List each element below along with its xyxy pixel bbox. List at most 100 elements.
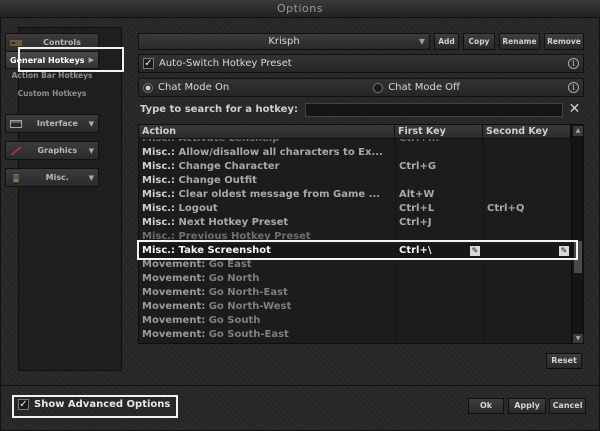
- scrollbar[interactable]: ▲ ▼: [571, 125, 583, 343]
- first-key-cell[interactable]: [395, 146, 483, 160]
- chevron-down-icon: ▼: [88, 173, 94, 182]
- second-key-cell[interactable]: [483, 230, 571, 244]
- action-cell: Movement: Go South-West: [139, 342, 395, 343]
- auto-switch-checkbox[interactable]: ✓: [143, 58, 154, 69]
- table-row[interactable]: Misc.: Change Outfit: [139, 174, 571, 188]
- cancel-button[interactable]: Cancel: [549, 398, 586, 414]
- first-key-cell[interactable]: [395, 230, 483, 244]
- hotkey-table: Action First Key Second Key Misc.: Activ…: [138, 124, 584, 344]
- first-key-cell[interactable]: [395, 174, 483, 188]
- second-key-cell[interactable]: [483, 314, 571, 328]
- sidebar-item-graphics[interactable]: Graphics ▼: [5, 141, 99, 160]
- table-row[interactable]: Movement: Go North-East: [139, 286, 571, 300]
- table-row[interactable]: Misc.: Next Hotkey Preset Ctrl+J: [139, 216, 571, 230]
- show-advanced-checkbox[interactable]: ✓: [18, 399, 29, 410]
- apply-button[interactable]: Apply: [508, 398, 546, 414]
- sidebar-item-interface[interactable]: Interface ▼: [5, 114, 99, 133]
- column-header-first-key[interactable]: First Key: [395, 125, 483, 139]
- second-key-cell[interactable]: [483, 328, 571, 342]
- table-row[interactable]: Movement: Go South-West: [139, 342, 571, 343]
- table-row[interactable]: Misc.: Change Character Ctrl+G: [139, 160, 571, 174]
- scroll-down-icon[interactable]: ▼: [573, 334, 583, 343]
- first-key-cell[interactable]: [395, 258, 483, 272]
- first-key-cell[interactable]: [395, 328, 483, 342]
- chat-mode-off-radio[interactable]: [373, 82, 384, 93]
- second-key-cell[interactable]: [483, 139, 571, 146]
- chat-mode-off-label: Chat Mode Off: [388, 82, 460, 93]
- hotkey-search-input[interactable]: [305, 103, 563, 117]
- ok-button[interactable]: Ok: [468, 398, 504, 414]
- second-key-cell[interactable]: [483, 342, 571, 343]
- table-row[interactable]: Movement: Go South: [139, 314, 571, 328]
- second-key-cell[interactable]: [483, 216, 571, 230]
- action-category: Movement:: [142, 259, 206, 270]
- action-cell: Misc.: Change Character: [139, 160, 395, 174]
- first-key-cell[interactable]: [395, 314, 483, 328]
- chat-mode-on-radio[interactable]: [143, 82, 153, 93]
- table-row[interactable]: Movement: Go South-East: [139, 328, 571, 342]
- preset-dropdown[interactable]: Krisph: [138, 33, 430, 50]
- remove-preset-button[interactable]: Remove: [544, 33, 584, 50]
- action-category: Misc.:: [142, 203, 176, 214]
- close-icon[interactable]: ✕: [566, 101, 583, 118]
- table-row[interactable]: Misc.: Activate LenshelpCtrl+...: [139, 139, 571, 146]
- sidebar-item-controls[interactable]: Controls: [5, 33, 99, 52]
- table-row[interactable]: Movement: Go North-West: [139, 300, 571, 314]
- rename-preset-button[interactable]: Rename: [499, 33, 540, 50]
- first-key-cell[interactable]: Ctrl+L: [395, 202, 483, 216]
- chevron-down-icon: ▼: [88, 146, 94, 155]
- first-key-cell[interactable]: Ctrl+...: [395, 139, 483, 146]
- sidebar-item-label: Graphics: [37, 146, 78, 155]
- first-key-cell[interactable]: [395, 300, 483, 314]
- table-row[interactable]: Misc.: Allow/disallow all characters to …: [139, 146, 571, 160]
- second-key-cell[interactable]: Ctrl+Q: [483, 202, 571, 216]
- sidebar-item-custom-hotkeys[interactable]: Custom Hotkeys: [5, 87, 99, 101]
- first-key-cell[interactable]: Alt+W: [395, 188, 483, 202]
- table-row[interactable]: Misc.: Previous Hotkey Preset: [139, 230, 571, 244]
- table-row[interactable]: Movement: Go East: [139, 258, 571, 272]
- second-key-cell[interactable]: [483, 188, 571, 202]
- table-row[interactable]: Movement: Go North: [139, 272, 571, 286]
- action-name: Clear oldest message from Game ...: [178, 189, 381, 200]
- scroll-up-icon[interactable]: ▲: [573, 126, 583, 136]
- table-row[interactable]: Misc.: Clear oldest message from Game ..…: [139, 188, 571, 202]
- action-category: Movement:: [142, 329, 206, 340]
- second-key-cell[interactable]: [483, 174, 571, 188]
- second-key-cell[interactable]: [483, 146, 571, 160]
- auto-switch-row: ✓ Auto-Switch Hotkey Preset i: [138, 54, 584, 73]
- table-row[interactable]: Misc.: Take Screenshot Ctrl+\ ✎ ✎: [139, 244, 571, 258]
- edit-pencil-icon[interactable]: ✎: [559, 246, 569, 256]
- sidebar-item-action-bar-hotkeys[interactable]: Action Bar Hotkeys: [5, 69, 99, 83]
- table-row[interactable]: Misc.: Logout Ctrl+L Ctrl+Q: [139, 202, 571, 216]
- second-key-cell[interactable]: [483, 160, 571, 174]
- column-header-second-key[interactable]: Second Key: [483, 125, 571, 139]
- misc-icon: [10, 172, 22, 183]
- reset-button[interactable]: Reset: [546, 353, 582, 369]
- sidebar-item-misc[interactable]: Misc. ▼: [5, 168, 99, 187]
- second-key-cell[interactable]: [483, 272, 571, 286]
- copy-preset-button[interactable]: Copy: [463, 33, 495, 50]
- first-key-cell[interactable]: [395, 342, 483, 343]
- sidebar-item-general-hotkeys[interactable]: General Hotkeys ▶: [5, 51, 99, 69]
- chevron-down-icon[interactable]: ▼: [414, 33, 430, 50]
- show-advanced-options[interactable]: ✓ Show Advanced Options: [18, 399, 170, 410]
- second-key-cell[interactable]: [483, 244, 571, 258]
- action-name: Go South-East: [208, 329, 289, 340]
- second-key-cell[interactable]: [483, 300, 571, 314]
- first-key-cell[interactable]: Ctrl+J: [395, 216, 483, 230]
- scroll-thumb[interactable]: [574, 241, 582, 273]
- second-key-cell[interactable]: [483, 258, 571, 272]
- first-key-cell[interactable]: Ctrl+G: [395, 160, 483, 174]
- add-preset-button[interactable]: Add: [434, 33, 459, 50]
- info-icon[interactable]: i: [568, 58, 579, 69]
- first-key-cell[interactable]: [395, 272, 483, 286]
- column-header-action[interactable]: Action: [139, 125, 395, 139]
- second-key-cell[interactable]: [483, 286, 571, 300]
- show-advanced-label: Show Advanced Options: [34, 399, 171, 410]
- action-category: Movement:: [142, 315, 206, 326]
- info-icon[interactable]: i: [568, 82, 579, 93]
- action-category: Misc.:: [142, 175, 176, 186]
- edit-pencil-icon[interactable]: ✎: [470, 246, 480, 256]
- action-name: Go South: [208, 315, 261, 326]
- first-key-cell[interactable]: [395, 286, 483, 300]
